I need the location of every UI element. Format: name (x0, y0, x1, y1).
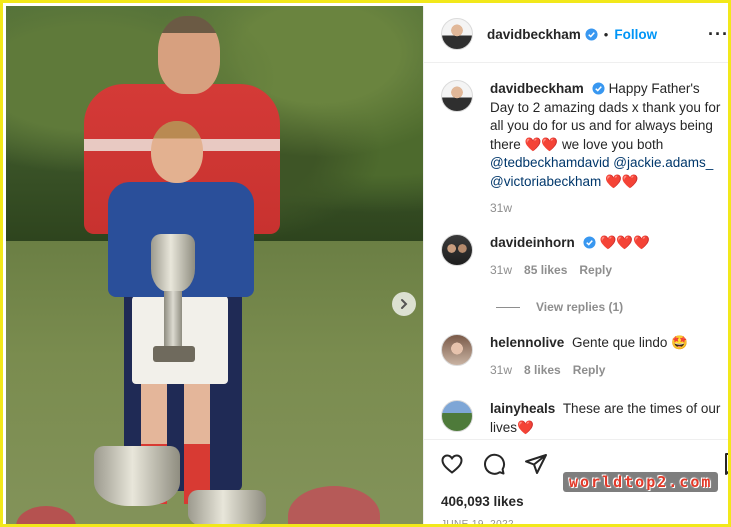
avatar[interactable] (441, 80, 473, 112)
view-replies-label: View replies (1) (536, 300, 624, 314)
more-options-icon[interactable]: ··· (708, 24, 728, 45)
comment-item: davideinhorn ❤️❤️❤️ 31w 85 likes Reply (441, 234, 721, 279)
reply-button[interactable]: Reply (579, 261, 612, 280)
timestamp[interactable]: 31w (490, 361, 512, 380)
comment-item: lainyheals These are the times of our li… (441, 400, 721, 437)
heart-emoji: ❤️ (517, 419, 534, 435)
avatar[interactable] (441, 334, 473, 366)
heart-emoji: ❤️❤️❤️ (599, 235, 650, 250)
trophy (188, 490, 266, 524)
caption-username[interactable]: davidbeckham (490, 81, 584, 96)
follow-button[interactable]: Follow (614, 27, 657, 42)
verified-icon (592, 82, 605, 95)
view-replies-button[interactable]: View replies (1) (496, 300, 623, 314)
verified-icon (585, 27, 598, 41)
likes-count[interactable]: 85 likes (524, 261, 567, 280)
likes-count[interactable]: 8 likes (524, 361, 561, 380)
likes-total[interactable]: 406,093 likes (441, 494, 524, 509)
heart-icon[interactable] (440, 452, 464, 476)
comment-item: helennolive Gente que lindo 🤩 31w 8 like… (441, 334, 721, 379)
post-header: davidbeckham • Follow ··· (424, 6, 728, 63)
mention-link[interactable]: @jackie.adams_ (613, 155, 713, 170)
share-icon[interactable] (524, 452, 548, 476)
comments-list[interactable]: davidbeckham Happy Father's Day to 2 ama… (424, 64, 728, 439)
comment-icon[interactable] (482, 452, 506, 476)
heart-emoji: ❤️❤️ (605, 173, 639, 189)
screenshot-frame: davidbeckham • Follow ··· davidbeckham H… (0, 0, 731, 527)
reply-button[interactable]: Reply (573, 361, 606, 380)
timestamp[interactable]: 31w (490, 261, 512, 280)
comment-username[interactable]: helennolive (490, 335, 564, 350)
mention-link[interactable]: @victoriabeckham (490, 174, 601, 189)
timestamp[interactable]: 31w (490, 199, 512, 218)
caption-text: we love you both (561, 136, 664, 152)
chevron-right-icon (401, 299, 408, 309)
post-photo[interactable] (6, 6, 423, 524)
post-side-panel: davidbeckham • Follow ··· davidbeckham H… (423, 6, 728, 524)
caption: davidbeckham Happy Father's Day to 2 ama… (441, 80, 721, 218)
trophy (94, 446, 180, 506)
comment-text: Gente que lindo 🤩 (572, 335, 688, 350)
watermark: worldtop2.com (563, 472, 719, 492)
heart-emoji: ❤️❤️ (524, 136, 559, 152)
avatar[interactable] (441, 234, 473, 266)
save-icon[interactable] (722, 452, 728, 476)
author-username[interactable]: davidbeckham (487, 27, 581, 42)
mention-link[interactable]: @tedbeckhamdavid (490, 155, 610, 170)
next-image-button[interactable] (392, 292, 416, 316)
post-date[interactable]: JUNE 19, 2022 (441, 519, 514, 524)
comment-username[interactable]: davideinhorn (490, 235, 575, 250)
avatar[interactable] (441, 18, 473, 50)
verified-icon (583, 236, 596, 249)
trophy (151, 234, 195, 292)
comment-username[interactable]: lainyheals (490, 401, 555, 416)
avatar[interactable] (441, 400, 473, 432)
